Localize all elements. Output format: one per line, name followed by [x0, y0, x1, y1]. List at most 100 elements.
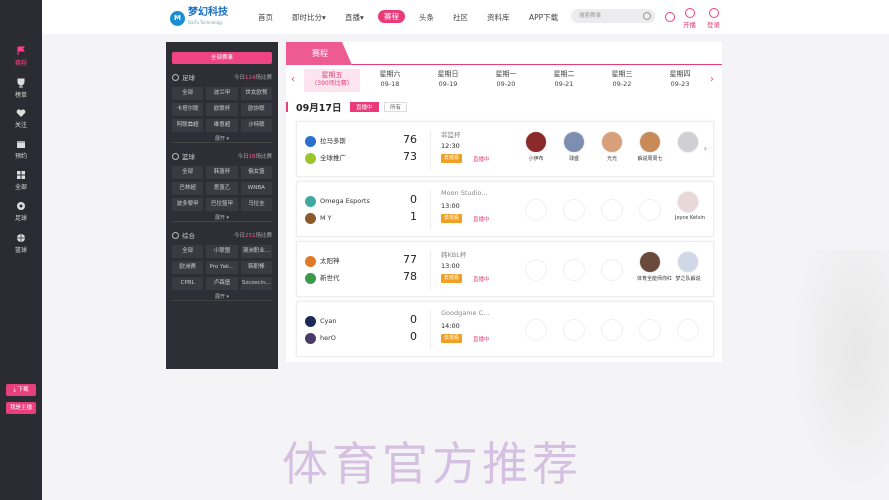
- nav-database[interactable]: 资料库: [487, 12, 510, 23]
- go-watch-button[interactable]: 去观看: [441, 214, 463, 223]
- league-tag[interactable]: 韩篮杯: [206, 166, 238, 179]
- league-tag[interactable]: WNBA: [240, 182, 272, 195]
- league-tag[interactable]: 乌拉圭: [240, 198, 272, 211]
- more-anchors-arrow[interactable]: ›: [704, 144, 707, 153]
- anchor-avatar-item[interactable]: 小伊布: [523, 131, 549, 162]
- league-tag[interactable]: 卢森堡: [206, 277, 238, 290]
- search-icon[interactable]: [643, 12, 651, 20]
- open-live-button[interactable]: 开播: [683, 8, 696, 29]
- league-tag[interactable]: 沙特联: [240, 119, 272, 132]
- day-tab[interactable]: 星期六 09-18: [362, 69, 418, 89]
- nav-community[interactable]: 社区: [453, 12, 468, 23]
- day-weekday: 星期四: [669, 70, 691, 78]
- league-tag[interactable]: 澳洲职业...: [240, 245, 272, 258]
- day-tab[interactable]: 星期三 09-22: [594, 69, 650, 89]
- avatar: [677, 131, 699, 153]
- count-suffix: 场比赛: [255, 75, 272, 81]
- next-week-arrow[interactable]: ›: [710, 74, 714, 85]
- day-date: 09-21: [554, 80, 574, 88]
- sidebar-item-football[interactable]: 足球: [0, 201, 42, 222]
- day-tab[interactable]: 星期一 09-20: [478, 69, 534, 89]
- league-tag[interactable]: 世女欧预: [240, 87, 272, 100]
- anchor-avatar-item[interactable]: Joyce Kelvin: [675, 191, 705, 221]
- league-tag[interactable]: 卡塔尔联: [172, 103, 204, 116]
- league-name: 韩KBL杯: [441, 251, 467, 259]
- schedule-tab-header: 赛程: [286, 42, 722, 65]
- league-tag[interactable]: Pro Yak...: [206, 261, 238, 274]
- watermark-text: 体育官方推荐: [282, 437, 582, 491]
- anchor-avatar-item[interactable]: 球盛: [561, 131, 587, 162]
- league-tag[interactable]: 俄女篮: [240, 166, 272, 179]
- league-tag[interactable]: 巴拉篮甲: [206, 198, 238, 211]
- league-tag[interactable]: 维意超: [206, 119, 238, 132]
- sidebar-item-rankings[interactable]: 榜单: [0, 78, 42, 99]
- prev-week-arrow[interactable]: ‹: [291, 74, 295, 85]
- anchor-avatar-item[interactable]: 解说周周七: [637, 131, 663, 162]
- avatar: [639, 251, 661, 273]
- match-card[interactable]: Cyan herO 0 0 Goodgame C... 14:00 去观看 直播中: [296, 301, 714, 357]
- filter-all[interactable]: 所有: [384, 102, 408, 112]
- sport-icon: [172, 232, 179, 239]
- sidebar-item-schedule[interactable]: 赛程: [0, 46, 42, 67]
- logo[interactable]: M 梦幻科技 DaiTu Technology: [170, 8, 228, 28]
- match-card[interactable]: 太阳神 新世代 77 78 韩KBL杯 13:00 去观看 直播中 体育全能师你红 梦之队解说: [296, 241, 714, 297]
- anchor-avatar-item[interactable]: 光光: [599, 131, 625, 162]
- go-watch-button[interactable]: 去观看: [441, 154, 463, 163]
- league-tag[interactable]: 韩职棒: [240, 261, 272, 274]
- login-button[interactable]: 登录: [707, 8, 720, 29]
- league-tag[interactable]: CPBL: [172, 277, 204, 290]
- nav-schedule[interactable]: 赛程: [378, 10, 405, 23]
- all-competitions-button[interactable]: 全部赛事: [172, 52, 272, 64]
- heart-icon: [16, 109, 26, 117]
- expand-toggle[interactable]: 展开 ▾: [172, 293, 272, 301]
- download-button[interactable]: ⤓ 下载: [6, 384, 36, 396]
- league-tag[interactable]: 欧协联: [240, 103, 272, 116]
- broadcast-icon: [684, 8, 695, 18]
- day-tab[interactable]: 星期四 09-23: [652, 69, 708, 89]
- anchor-avatar-item[interactable]: 梦之队解说: [675, 251, 701, 282]
- league-tag[interactable]: 巴林超: [172, 182, 204, 195]
- anchor-avatar-item[interactable]: [675, 131, 701, 155]
- go-watch-button[interactable]: 去观看: [441, 334, 463, 343]
- league-tag[interactable]: 波多黎甲: [172, 198, 204, 211]
- nav-headlines[interactable]: 头条: [419, 12, 434, 23]
- league-tag[interactable]: 波兰甲: [206, 87, 238, 100]
- expand-toggle[interactable]: 展开 ▾: [172, 214, 272, 222]
- league-tag[interactable]: 阿联酋超: [172, 119, 204, 132]
- league-tag[interactable]: 意篮乙: [206, 182, 238, 195]
- day-tab[interactable]: 星期五 (390场比赛): [304, 69, 360, 92]
- league-tag[interactable]: 欧联杯: [206, 103, 238, 116]
- live-status: 直播中: [473, 217, 490, 223]
- nav-live-scores[interactable]: 即时比分▾: [292, 12, 326, 23]
- sidebar-item-all[interactable]: 全部: [0, 170, 42, 191]
- away-score: 73: [403, 150, 417, 163]
- league-tag[interactable]: 小联盟: [206, 245, 238, 258]
- nav-live[interactable]: 直播▾: [345, 12, 364, 23]
- match-card[interactable]: 拉马多斯 全球推广 76 73 菲篮杯 12:30 去观看 直播中 小伊布 球盛 光光 解说周周七 ›: [296, 121, 714, 177]
- sidebar-item-basketball[interactable]: 篮球: [0, 233, 42, 254]
- match-time: 14:00: [441, 322, 460, 330]
- download-label: 下载: [17, 387, 29, 393]
- league-tag[interactable]: 全部: [172, 245, 204, 258]
- become-anchor-button[interactable]: 我是主播: [6, 402, 36, 414]
- league-tag[interactable]: 全部: [172, 166, 204, 179]
- search-input[interactable]: 搜索赛事: [571, 9, 655, 23]
- sidebar-item-follow[interactable]: 关注: [0, 108, 42, 129]
- league-tag[interactable]: 全部: [172, 87, 204, 100]
- sidebar-item-booking[interactable]: 预约: [0, 139, 42, 160]
- avatar: [639, 131, 661, 153]
- expand-toggle[interactable]: 展开 ▾: [172, 135, 272, 143]
- nav-home[interactable]: 首页: [258, 12, 273, 23]
- competition-panel: 全部赛事 足球 今日124场比赛 全部 波兰甲 世女欧预 卡塔尔联 欧联杯 欧协联 阿联酋超 维意…: [166, 42, 278, 369]
- go-watch-button[interactable]: 去观看: [441, 274, 463, 283]
- match-card[interactable]: Omega Esports M Y 0 1 Moon Studio... 13:00 去观看…: [296, 181, 714, 237]
- filter-live[interactable]: 直播中: [350, 102, 379, 112]
- nav-app-download[interactable]: APP下载: [529, 12, 558, 23]
- anchor-avatar-item[interactable]: 体育全能师你红: [637, 251, 672, 282]
- day-tab[interactable]: 星期日 09-19: [420, 69, 476, 89]
- league-tag[interactable]: 欧洲赛: [172, 261, 204, 274]
- day-tab[interactable]: 星期二 09-21: [536, 69, 592, 89]
- user-center-icon[interactable]: [665, 12, 675, 23]
- league-tag[interactable]: Szczecin...: [240, 277, 272, 290]
- tab-schedule[interactable]: 赛程: [286, 42, 352, 65]
